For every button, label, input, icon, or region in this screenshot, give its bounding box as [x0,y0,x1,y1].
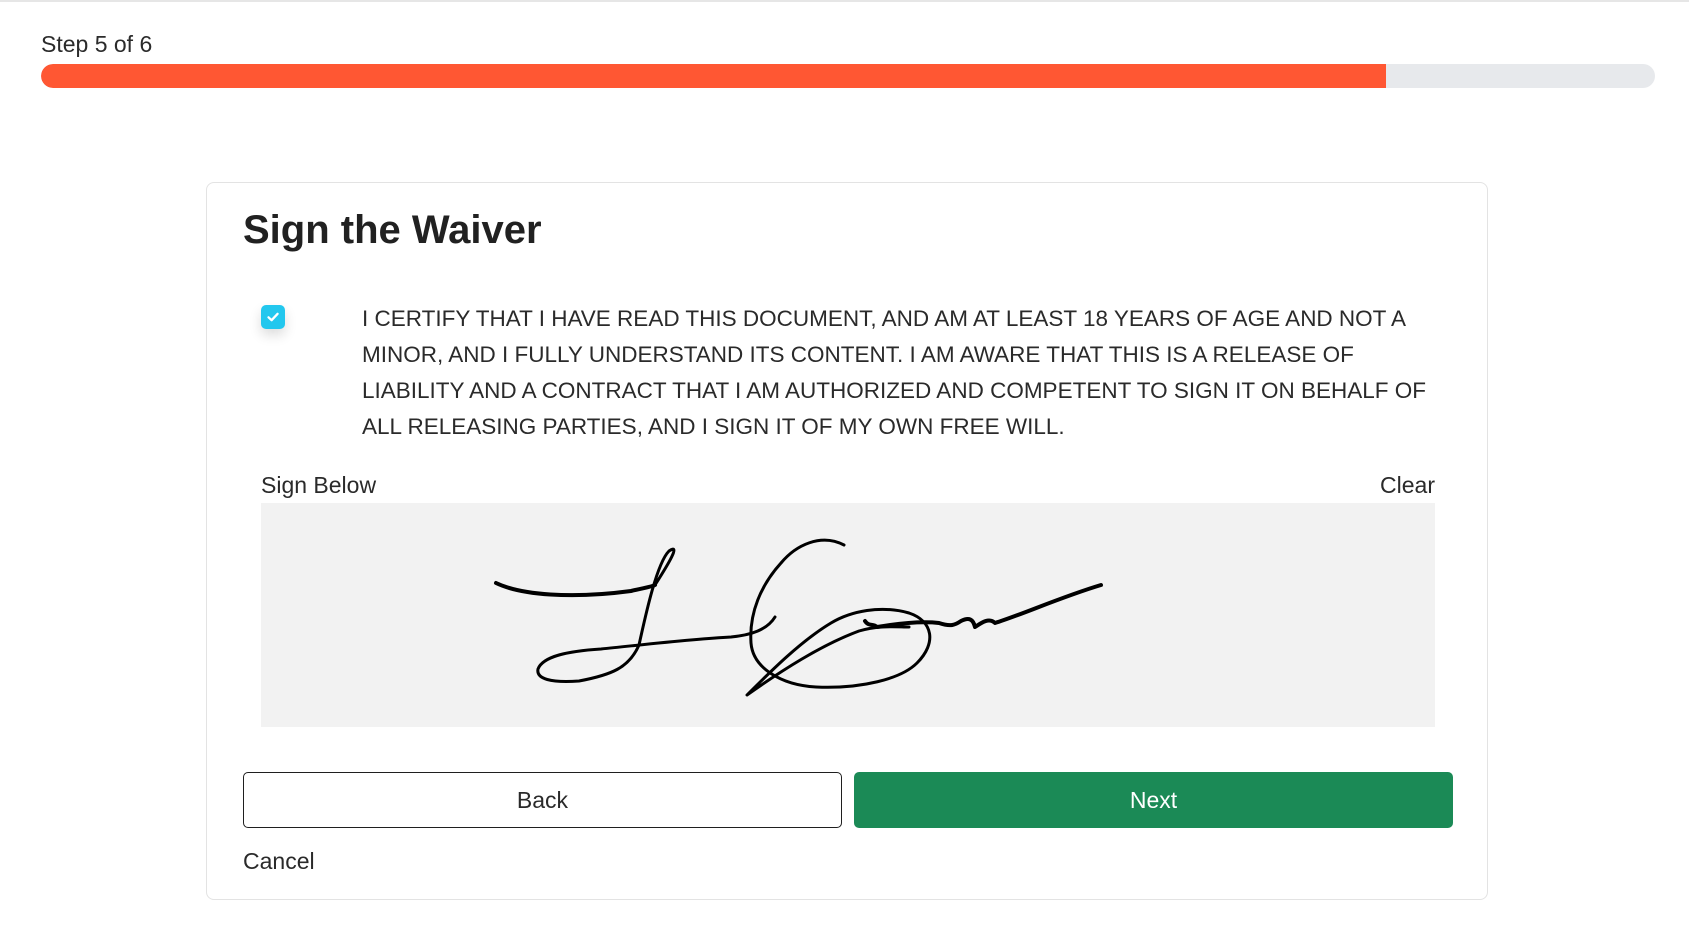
next-button[interactable]: Next [854,772,1453,828]
signature-drawing [494,538,1103,697]
waiver-card: Sign the Waiver I CERTIFY THAT I HAVE RE… [206,182,1488,900]
agreement-checkbox[interactable] [261,305,285,329]
cancel-link[interactable]: Cancel [243,847,315,875]
signature-header: Sign Below Clear [261,471,1435,499]
progress-section: Step 5 of 6 [41,30,1655,88]
page-title: Sign the Waiver [243,208,542,252]
progress-bar-fill [41,64,1386,88]
certification-text: I CERTIFY THAT I HAVE READ THIS DOCUMENT… [362,306,1426,439]
sign-below-label: Sign Below [261,472,377,498]
top-divider [0,0,1689,2]
back-button[interactable]: Back [243,772,842,828]
progress-bar [41,64,1655,88]
clear-signature-link[interactable]: Clear [1380,471,1435,499]
step-label: Step 5 of 6 [41,31,153,57]
signature-pad[interactable] [261,503,1435,727]
check-icon [267,312,279,322]
